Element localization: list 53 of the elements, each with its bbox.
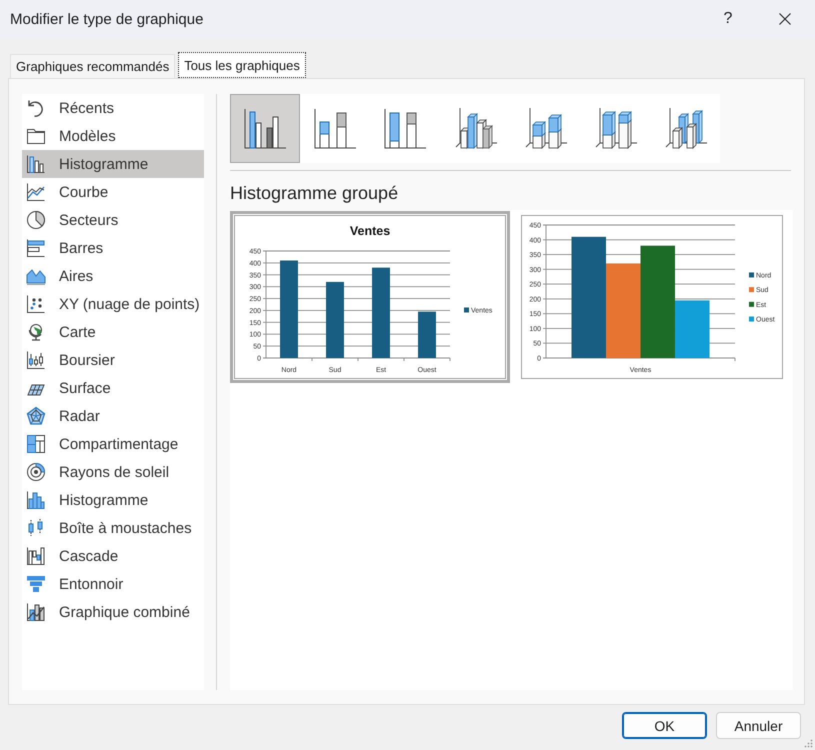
clustered-3d-column-icon — [453, 106, 497, 150]
category-item[interactable]: Barres — [22, 234, 204, 262]
stacked-column-icon — [313, 106, 357, 150]
subtype-title: Histogramme groupé — [230, 182, 400, 204]
funnel-icon — [26, 574, 46, 594]
category-item[interactable]: Récents — [22, 94, 204, 122]
category-item[interactable]: Aires — [22, 262, 204, 290]
category-item[interactable]: Modèles — [22, 122, 204, 150]
line-chart-icon — [26, 182, 46, 202]
stacked-3d-column-icon — [523, 106, 567, 150]
ok-button[interactable]: OK — [622, 712, 707, 739]
3d-column-icon — [663, 106, 707, 150]
clustered-column-icon — [243, 106, 287, 150]
pie-chart-icon — [26, 210, 46, 230]
scatter-chart-icon — [26, 294, 46, 314]
column-chart-icon — [26, 154, 46, 174]
category-item[interactable]: Compartimentage — [22, 430, 204, 458]
category-item[interactable]: Courbe — [22, 178, 204, 206]
chart-title: Ventes — [350, 224, 390, 238]
bar-chart-icon — [26, 238, 46, 258]
full-stacked-3d-column-icon — [593, 106, 637, 150]
category-item[interactable]: Histogramme — [22, 150, 204, 178]
chart-subtype-button[interactable] — [230, 94, 300, 163]
category-item[interactable]: Entonnoir — [22, 570, 204, 598]
category-item[interactable]: Radar — [22, 402, 204, 430]
stock-chart-icon — [26, 350, 46, 370]
category-item[interactable]: Carte — [22, 318, 204, 346]
tab[interactable]: Tous les graphiques — [178, 52, 306, 78]
category-item[interactable]: Rayons de soleil — [22, 458, 204, 486]
combo-chart-icon — [26, 602, 46, 622]
histogram-icon — [26, 490, 46, 510]
help-button[interactable]: ? — [705, 0, 751, 38]
close-icon — [779, 13, 791, 25]
category-item[interactable]: Secteurs — [22, 206, 204, 234]
category-item[interactable]: Graphique combiné — [22, 598, 204, 626]
category-item[interactable]: Surface — [22, 374, 204, 402]
cancel-button[interactable]: Annuler — [716, 712, 801, 739]
dialog-title: Modifier le type de graphique — [10, 10, 204, 28]
category-item[interactable]: XY (nuage de points) — [22, 290, 204, 318]
category-item[interactable]: Boîte à moustaches — [22, 514, 204, 542]
waterfall-chart-icon — [26, 546, 46, 566]
treemap-icon — [26, 434, 46, 454]
category-item[interactable]: Histogramme — [22, 486, 204, 514]
folder-icon — [26, 126, 46, 146]
resize-grip-icon[interactable] — [804, 739, 813, 748]
sunburst-icon — [26, 462, 46, 482]
category-item[interactable]: Boursier — [22, 346, 204, 374]
tab[interactable]: Graphiques recommandés — [10, 54, 176, 78]
category-item[interactable]: Cascade — [22, 542, 204, 570]
full-stacked-column-icon — [383, 106, 427, 150]
undo-arrow-icon — [26, 98, 46, 118]
radar-chart-icon — [26, 406, 46, 426]
bar — [418, 312, 436, 358]
